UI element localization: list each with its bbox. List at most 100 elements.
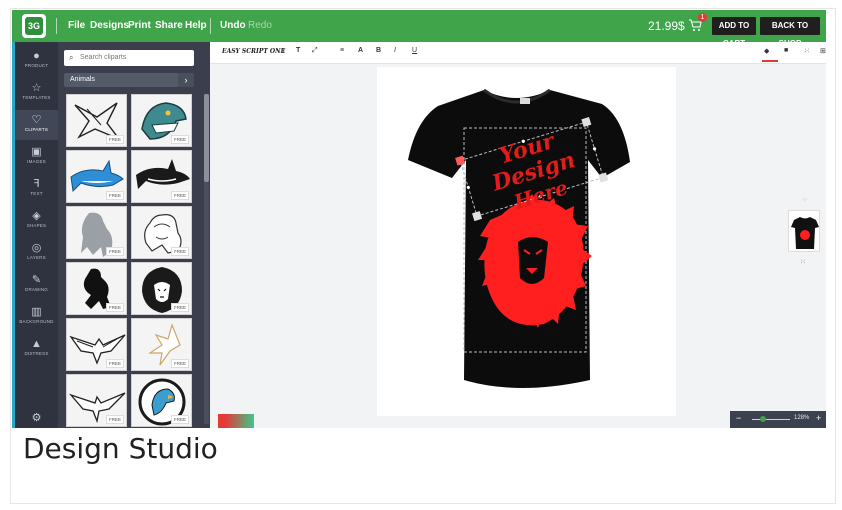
front-view-thumbnail[interactable]	[788, 210, 820, 252]
cliparts-panel: ⌕ Search cliparts Animals › FREE FREE FR…	[58, 42, 210, 428]
sidebar-item-images[interactable]: ▣ IMAGES	[15, 142, 58, 172]
clipart-tile-lion-outline[interactable]: FREE	[131, 206, 192, 259]
clipart-search-input[interactable]: ⌕ Search cliparts	[64, 50, 194, 66]
distress-icon: ▲	[31, 338, 42, 350]
cliparts-icon: ♡	[31, 114, 42, 126]
chevron-right-icon[interactable]: ›	[178, 73, 194, 87]
app-logo[interactable]: 3G	[22, 14, 46, 38]
fill-color-icon[interactable]: ◆	[764, 47, 769, 55]
zoom-in-button[interactable]: +	[816, 413, 821, 423]
zoom-slider-handle[interactable]	[760, 416, 766, 422]
layers-icon: ◎	[31, 242, 42, 254]
align-icon[interactable]: ≡	[340, 47, 344, 54]
shapes-icon: ◈	[32, 210, 41, 222]
free-badge: FREE	[105, 415, 124, 424]
sidebar-item-label: SHAPES	[26, 223, 47, 228]
zoom-control: − 128% +	[730, 411, 826, 428]
free-badge: FREE	[105, 191, 124, 200]
clipart-tile-gray-lion[interactable]: FREE	[66, 206, 127, 259]
chevron-updown-icon[interactable]: ⇕	[280, 47, 286, 55]
free-badge: FREE	[170, 415, 189, 424]
zoom-slider[interactable]	[752, 419, 790, 420]
sidebar-item-shapes[interactable]: ◈ SHAPES	[15, 206, 58, 236]
menu-share[interactable]: Share	[155, 20, 183, 31]
underline-button[interactable]: U	[412, 47, 417, 54]
menu-designs[interactable]: Designs	[90, 20, 129, 31]
settings-item[interactable]: ⚙	[15, 408, 58, 428]
design-canvas[interactable]	[377, 67, 676, 416]
sidebar-item-label: PRODUCT	[24, 63, 49, 68]
tshirt-thumbnail-image	[791, 217, 819, 249]
free-badge: FREE	[105, 247, 124, 256]
clipart-tile-shark-mascot[interactable]: FREE	[131, 94, 192, 147]
category-select[interactable]: Animals ›	[64, 73, 194, 87]
clipart-tile-black-lion-rampant[interactable]: FREE	[66, 262, 127, 315]
search-placeholder: Search cliparts	[80, 54, 127, 61]
product-icon: ●	[33, 50, 40, 62]
sidebar-item-label: CLIPARTS	[24, 127, 49, 132]
italic-button[interactable]: I	[394, 47, 396, 54]
cart-count-badge: 1	[698, 13, 707, 22]
gear-icon: ⚙	[31, 412, 42, 424]
text-toolbar: EASY SCRIPT ONE ⇕ T ⤢ ≡ A B I U ◆ ■ ⁙ ⊞	[210, 42, 826, 64]
clipart-tile-blue-shark[interactable]: FREE	[66, 150, 127, 203]
stroke-color-icon[interactable]: ■	[784, 47, 788, 54]
grid-icon[interactable]: ⁙	[804, 47, 810, 55]
sidebar-item-product[interactable]: ● PRODUCT	[15, 46, 58, 76]
free-badge: FREE	[170, 191, 189, 200]
sidebar-item-layers[interactable]: ◎ LAYERS	[15, 238, 58, 268]
free-badge: FREE	[105, 135, 124, 144]
fill-color-indicator	[762, 60, 778, 62]
sidebar-item-background[interactable]: ▥ BACKGROUND	[15, 302, 58, 332]
back-to-shop-button[interactable]: BACK TO SHOP	[760, 17, 820, 48]
sidebar-item-label: IMAGES	[27, 159, 46, 164]
clipart-tile-eagle-circle[interactable]: FREE	[131, 374, 192, 427]
page-caption: Design Studio	[23, 432, 218, 465]
sidebar-item-label: DISTRESS	[24, 351, 49, 356]
sidebar-item-cliparts[interactable]: ♡ CLIPARTS	[15, 110, 58, 140]
sidebar-item-label: TEMPLATES	[22, 95, 51, 100]
design-studio-app: 3G File Designs Print Share Help Undo Re…	[12, 10, 826, 428]
drawing-icon: ✎	[31, 274, 42, 286]
text-effect-icon[interactable]: ⤢	[312, 47, 318, 55]
clipart-tile-eagle-gold[interactable]: FREE	[131, 318, 192, 371]
clipart-tile-eagle-flying[interactable]: FREE	[66, 374, 127, 427]
panel-scrollbar[interactable]	[204, 94, 209, 424]
clipart-tile-shark-sketch[interactable]: FREE	[66, 94, 127, 147]
view-down-icon[interactable]: ⁙	[800, 258, 806, 266]
sidebar-item-text[interactable]: ꟻ TEXT	[15, 174, 58, 204]
tool-sidebar: ● PRODUCT ☆ TEMPLATES ♡ CLIPARTS ▣ IMAGE…	[12, 42, 58, 428]
sidebar-item-label: TEXT	[30, 191, 43, 196]
zoom-percent: 128%	[794, 415, 810, 421]
sidebar-item-drawing[interactable]: ✎ DRAWING	[15, 270, 58, 300]
scrollbar-thumb[interactable]	[204, 94, 209, 182]
arrange-icon[interactable]: ⊞	[820, 47, 826, 55]
sidebar-item-label: LAYERS	[27, 255, 46, 260]
top-bar: 3G File Designs Print Share Help Undo Re…	[12, 10, 826, 48]
category-value: Animals	[70, 76, 95, 83]
free-badge: FREE	[105, 303, 124, 312]
clipart-tile-black-shark[interactable]: FREE	[131, 150, 192, 203]
add-to-cart-button[interactable]: ADD TO CART	[712, 17, 756, 48]
clipart-tile-eagle-black[interactable]: FREE	[66, 318, 127, 371]
sidebar-item-distress[interactable]: ▲ DISTRESS	[15, 334, 58, 364]
text-size-button[interactable]: T	[296, 47, 300, 54]
sidebar-item-label: BACKGROUND	[19, 319, 54, 324]
divider	[210, 18, 211, 34]
sidebar-item-templates[interactable]: ☆ TEMPLATES	[15, 78, 58, 108]
menu-help[interactable]: Help	[185, 20, 207, 31]
zoom-out-button[interactable]: −	[736, 413, 741, 423]
color-gradient-swatch[interactable]	[218, 414, 254, 428]
bold-button[interactable]: B	[376, 47, 381, 54]
menu-file[interactable]: File	[68, 20, 85, 31]
font-case-button[interactable]: A	[358, 47, 363, 54]
free-badge: FREE	[105, 359, 124, 368]
clipart-tile-lion-head[interactable]: FREE	[131, 262, 192, 315]
font-family-select[interactable]: EASY SCRIPT ONE	[222, 48, 285, 55]
menu-print[interactable]: Print	[128, 20, 151, 31]
images-icon: ▣	[31, 146, 42, 158]
undo-button[interactable]: Undo	[220, 20, 246, 31]
search-icon: ⌕	[69, 53, 74, 62]
view-up-icon[interactable]: ⁘	[802, 196, 808, 204]
redo-button[interactable]: Redo	[248, 20, 272, 31]
